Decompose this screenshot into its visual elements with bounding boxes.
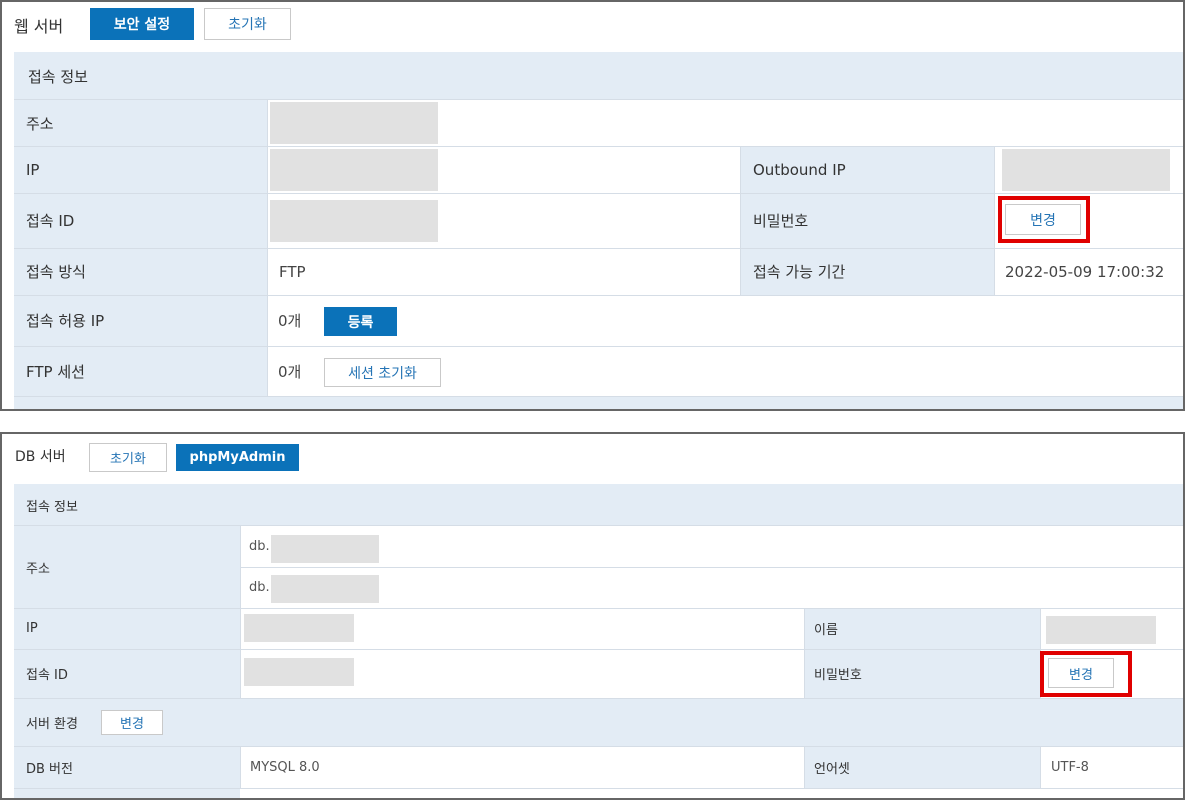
redacted-address <box>270 102 438 144</box>
server-env-change-button[interactable]: 변경 <box>101 710 163 735</box>
db-version-value: MYSQL 8.0 <box>250 759 320 775</box>
web-section-title: 접속 정보 <box>28 67 88 86</box>
redacted-outbound-ip <box>1002 149 1170 191</box>
security-settings-button[interactable]: 보안 설정 <box>90 8 194 40</box>
redacted-db-name <box>1046 616 1156 644</box>
db-reset-button[interactable]: 초기화 <box>89 443 167 472</box>
charset-label: 언어셋 <box>814 761 850 777</box>
db-server-title: DB 서버 <box>15 449 66 465</box>
ftp-session-label: FTP 세션 <box>26 362 85 381</box>
redacted-db-ip <box>244 614 354 642</box>
db-address-label: 주소 <box>26 561 50 577</box>
db-version-label: DB 버전 <box>26 761 73 777</box>
web-reset-button[interactable]: 초기화 <box>204 8 291 40</box>
server-env-label: 서버 환경 <box>26 716 78 732</box>
db-address-prefix-1: db. <box>249 539 270 554</box>
session-reset-button[interactable]: 세션 초기화 <box>324 358 441 387</box>
redacted-id <box>270 200 438 242</box>
web-server-title: 웹 서버 <box>14 17 64 36</box>
web-ip-label: IP <box>26 160 40 179</box>
web-period-value: 2022-05-09 17:00:32 <box>1005 262 1165 281</box>
db-name-label: 이름 <box>814 623 838 638</box>
web-method-value: FTP <box>279 262 306 281</box>
web-connection-table: 접속 정보 주소 IP Outbound IP 접속 ID 비밀번호 변경 접속… <box>14 52 1183 409</box>
db-password-label: 비밀번호 <box>814 668 862 683</box>
ftp-session-count: 0개 <box>278 362 302 381</box>
db-server-panel: DB 서버 초기화 phpMyAdmin 접속 정보 주소 db. db. IP <box>0 432 1185 800</box>
db-address-prefix-2: db. <box>249 580 270 595</box>
db-password-change-button[interactable]: 변경 <box>1048 658 1114 688</box>
redacted-db-address-1 <box>271 535 379 563</box>
redacted-ip <box>270 149 438 191</box>
db-id-label: 접속 ID <box>26 668 68 683</box>
phpmyadmin-button[interactable]: phpMyAdmin <box>176 444 299 471</box>
web-id-label: 접속 ID <box>26 212 75 230</box>
web-period-label: 접속 가능 기간 <box>753 263 846 281</box>
web-method-label: 접속 방식 <box>26 263 86 281</box>
outbound-ip-label: Outbound IP <box>753 160 846 179</box>
db-ip-label: IP <box>26 621 38 636</box>
allowed-ip-count: 0개 <box>278 312 302 330</box>
allowed-ip-label: 접속 허용 IP <box>26 312 105 330</box>
web-password-change-button[interactable]: 변경 <box>1005 204 1081 235</box>
register-ip-button[interactable]: 등록 <box>324 307 397 336</box>
web-server-panel: 웹 서버 보안 설정 초기화 접속 정보 주소 IP Outbound IP 접… <box>0 0 1185 411</box>
web-address-label: 주소 <box>26 114 54 133</box>
redacted-db-id <box>244 658 354 686</box>
db-connection-table: 접속 정보 주소 db. db. IP 이름 접속 ID 비밀번호 변경 서버 … <box>14 484 1183 798</box>
redacted-db-address-2 <box>271 575 379 603</box>
db-section-title: 접속 정보 <box>26 499 78 515</box>
charset-value: UTF-8 <box>1051 759 1089 775</box>
web-password-label: 비밀번호 <box>753 212 809 230</box>
